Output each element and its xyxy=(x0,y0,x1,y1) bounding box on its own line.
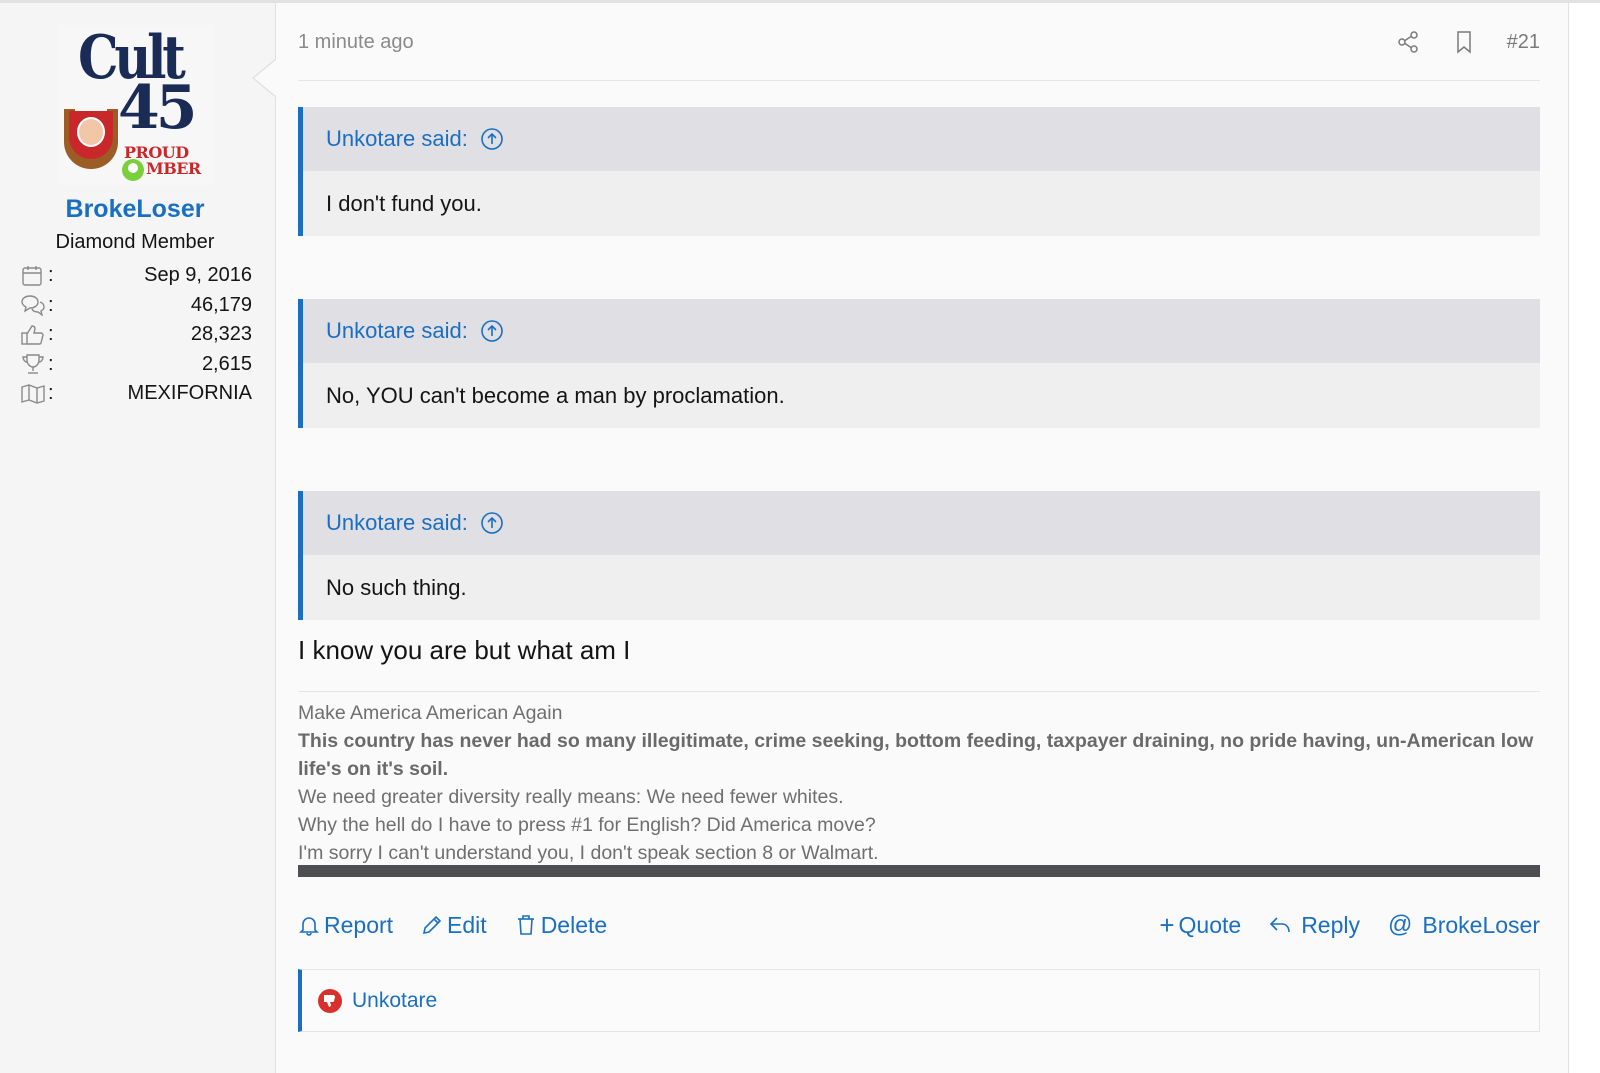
plus-icon: + xyxy=(1159,910,1175,940)
stat-colon: : xyxy=(48,352,54,375)
quote-author-link[interactable]: Unkotare said: xyxy=(326,510,468,536)
delete-button[interactable]: Delete xyxy=(515,912,607,939)
signature-divider xyxy=(298,691,1540,692)
trophy-icon xyxy=(22,354,44,374)
thumbs-up-icon xyxy=(21,325,44,345)
at-icon: @ xyxy=(1388,911,1413,938)
reactions-bar: Unkotare xyxy=(298,969,1540,1032)
stat-messages: : 46,179 xyxy=(20,291,252,321)
messages-icon xyxy=(21,295,45,317)
username-link[interactable]: BrokeLoser xyxy=(0,195,270,224)
stat-colon: : xyxy=(48,382,54,405)
quote-author-link[interactable]: Unkotare said: xyxy=(326,126,468,152)
stat-location: : MEXIFORNIA xyxy=(20,379,252,409)
bookmark-icon[interactable] xyxy=(1451,29,1477,55)
member-badge-icon xyxy=(122,159,144,181)
avatar-logo-number: 45 xyxy=(118,73,197,143)
edit-label: Edit xyxy=(447,911,487,938)
stat-colon: : xyxy=(48,293,54,316)
jump-up-icon[interactable] xyxy=(480,511,504,535)
stat-colon: : xyxy=(48,264,54,287)
reply-label: Reply xyxy=(1301,911,1360,938)
map-icon xyxy=(21,384,45,404)
report-label: Report xyxy=(324,911,394,938)
stat-value: Sep 9, 2016 xyxy=(144,264,252,287)
post-header-actions: #21 xyxy=(1395,29,1540,55)
quote-block: Unkotare said: No such thing. xyxy=(298,491,1540,620)
avatar[interactable]: Cult 45 PROUD MBER xyxy=(58,25,214,185)
avatar-member-text: MBER xyxy=(146,159,201,178)
signature-line: Make America American Again xyxy=(298,702,563,724)
reaction-user-link[interactable]: Unkotare xyxy=(352,989,437,1013)
footer-left-actions: Report Edit Delete xyxy=(298,912,607,939)
stat-value: 2,615 xyxy=(201,352,252,375)
stat-value: MEXIFORNIA xyxy=(127,382,252,405)
quote-author-link[interactable]: Unkotare said: xyxy=(326,318,468,344)
quote-header: Unkotare said: xyxy=(303,107,1540,171)
user-title: Diamond Member xyxy=(55,231,215,253)
jump-up-icon[interactable] xyxy=(480,319,504,343)
pencil-icon xyxy=(423,915,442,935)
signature-line: I'm sorry I can't understand you, I don'… xyxy=(298,842,879,864)
quote-block: Unkotare said: I don't fund you. xyxy=(298,107,1540,236)
quote-block: Unkotare said: No, YOU can't become a ma… xyxy=(298,299,1540,428)
forum-post: Cult 45 PROUD MBER BrokeLoser Diamond Me… xyxy=(0,3,1568,1073)
edit-button[interactable]: Edit xyxy=(421,912,487,939)
post-timestamp[interactable]: 1 minute ago xyxy=(298,31,414,54)
footer-right-actions: + Quote Reply @ BrokeLoser xyxy=(1159,911,1540,939)
user-stats: : Sep 9, 2016 : 46,179 : 28,323: 2,615 … xyxy=(20,261,252,409)
post-number-link[interactable]: #21 xyxy=(1507,31,1540,54)
stat-reactions: : 28,323 xyxy=(20,320,252,350)
delete-label: Delete xyxy=(540,911,608,938)
signature-bar xyxy=(298,865,1540,877)
stat-points: : 2,615 xyxy=(20,350,252,380)
post-footer: Report Edit Delete + Quote Reply @ Broke… xyxy=(298,905,1540,945)
quote-text: I don't fund you. xyxy=(326,190,482,216)
mention-label: BrokeLoser xyxy=(1422,911,1540,938)
stat-joined: : Sep 9, 2016 xyxy=(20,261,252,291)
report-button[interactable]: Report xyxy=(298,912,393,939)
stat-value: 28,323 xyxy=(190,323,252,346)
signature-line: We need greater diversity really means: … xyxy=(298,786,844,808)
share-icon[interactable] xyxy=(1395,29,1421,55)
quote-text: No such thing. xyxy=(326,574,467,600)
stat-colon: : xyxy=(48,323,54,346)
user-sidebar: Cult 45 PROUD MBER BrokeLoser Diamond Me… xyxy=(0,3,276,1073)
thumbs-down-icon xyxy=(318,988,342,1013)
quote-header: Unkotare said: xyxy=(303,299,1540,363)
mention-button[interactable]: @ BrokeLoser xyxy=(1388,911,1540,939)
page-right-margin xyxy=(1568,3,1600,1073)
quote-button[interactable]: + Quote xyxy=(1159,912,1241,939)
quote-header: Unkotare said: xyxy=(303,491,1540,555)
signature-line: This country has never had so many illeg… xyxy=(298,730,1534,780)
post-message: I know you are but what am I xyxy=(298,635,631,665)
quote-text: No, YOU can't become a man by proclamati… xyxy=(326,382,785,408)
reply-button[interactable]: Reply xyxy=(1269,912,1360,939)
bell-icon xyxy=(299,917,319,936)
signature-line: Why the hell do I have to press #1 for E… xyxy=(298,814,876,836)
quote-label: Quote xyxy=(1178,911,1242,938)
reply-icon xyxy=(1270,917,1290,933)
calendar-icon xyxy=(22,265,42,286)
jump-up-icon[interactable] xyxy=(480,127,504,151)
user-arrow-fill xyxy=(254,59,277,97)
stat-value: 46,179 xyxy=(190,293,252,316)
portrait-icon xyxy=(77,117,105,147)
header-divider xyxy=(298,80,1540,81)
signature: Make America American Again This country… xyxy=(298,699,1540,867)
trash-icon xyxy=(517,915,534,935)
